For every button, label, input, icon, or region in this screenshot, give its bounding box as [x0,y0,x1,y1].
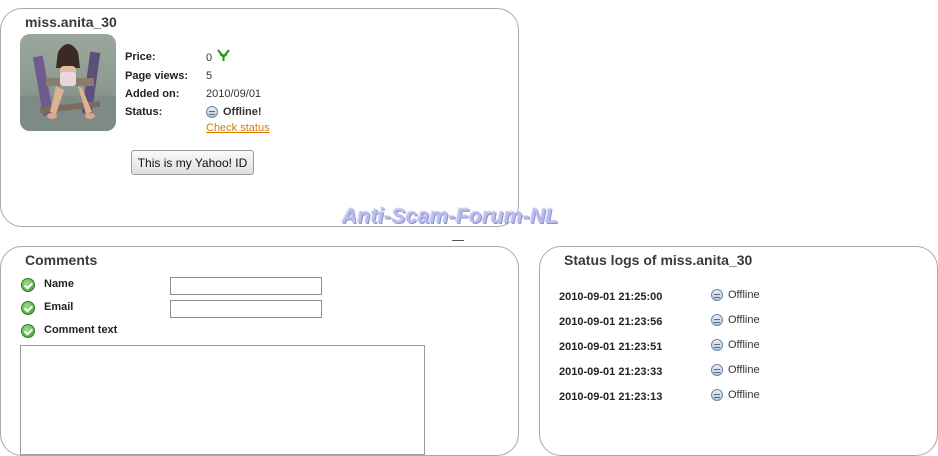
log-status-text: Offline [728,339,760,351]
status-value-wrap: Offline! [206,106,262,119]
log-status-text: Offline [728,364,760,376]
page-views-label: Page views: [125,70,188,82]
comment-textarea[interactable] [20,345,425,455]
log-status-text: Offline [728,389,760,401]
log-status: Offline [711,364,760,377]
watermark-text: Anti-Scam-Forum-NL [342,205,559,228]
comments-title: Comments [25,252,98,268]
log-time: 2010-09-01 21:23:33 [559,366,663,378]
email-input[interactable] [170,300,322,318]
offline-status-icon [711,339,723,352]
yahoo-id-button[interactable]: This is my Yahoo! ID [131,150,254,175]
log-status: Offline [711,314,760,327]
check-status-link[interactable]: Check status [206,122,270,134]
page-views-value: 5 [206,70,213,82]
log-status-text: Offline [728,314,760,326]
status-value: Offline! [223,106,262,118]
green-currency-icon [217,49,231,64]
log-status-text: Offline [728,289,760,301]
added-on-label: Added on: [125,88,180,100]
green-check-icon [21,278,35,292]
offline-status-icon [711,289,723,302]
price-label: Price: [125,51,156,63]
green-check-icon [21,301,35,315]
offline-status-icon [711,314,723,327]
log-time: 2010-09-01 21:23:13 [559,391,663,403]
offline-status-icon [711,364,723,377]
log-time: 2010-09-01 21:23:56 [559,316,663,328]
price-value-wrap: 0 [206,49,231,64]
profile-username-title: miss.anita_30 [25,14,117,30]
log-time: 2010-09-01 21:25:00 [559,291,663,303]
comment-text-label: Comment text [44,324,118,336]
log-status: Offline [711,289,760,302]
name-input[interactable] [170,277,322,295]
offline-status-icon [711,389,723,402]
added-on-value: 2010/09/01 [206,88,262,100]
email-label: Email [44,301,74,313]
status-logs-title: Status logs of miss.anita_30 [564,252,753,268]
name-label: Name [44,278,74,290]
green-check-icon [21,324,35,338]
offline-status-icon [206,106,218,119]
price-value: 0 [206,52,213,64]
check-status-wrap: Check status [206,122,270,134]
profile-photo [20,34,116,131]
log-time: 2010-09-01 21:23:51 [559,341,663,353]
log-status: Offline [711,339,760,352]
log-status: Offline [711,389,760,402]
status-label: Status: [125,106,163,118]
divider-mark [452,240,464,241]
